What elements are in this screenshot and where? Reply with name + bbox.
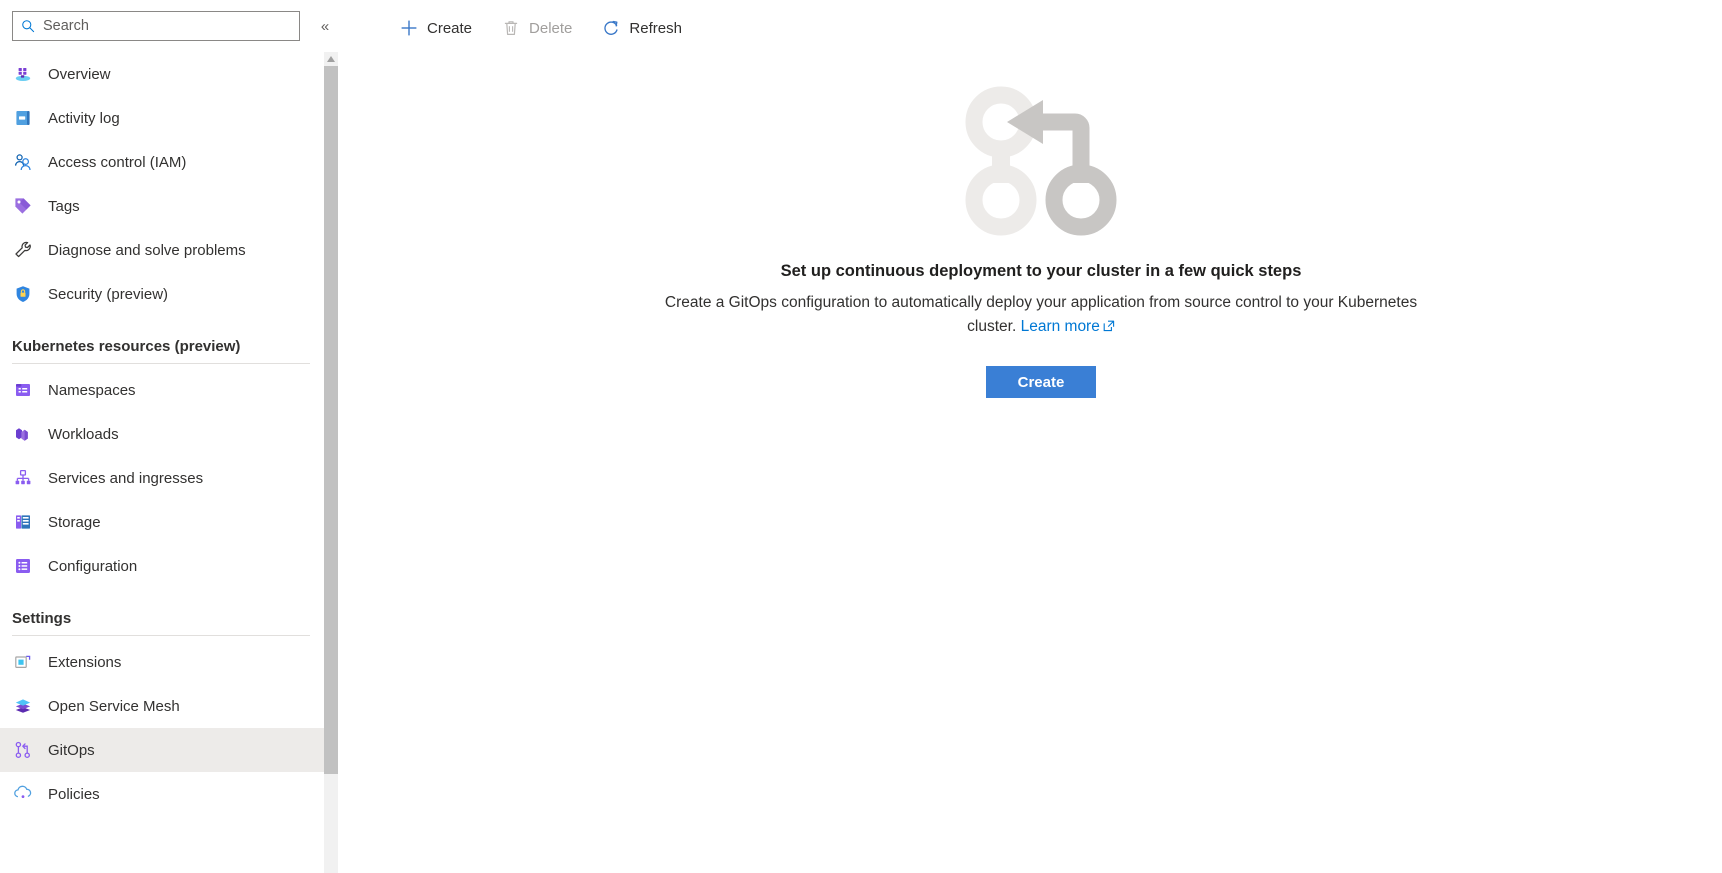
sidebar-item-label: Configuration [48,557,138,575]
delete-button-label: Delete [529,19,573,37]
sidebar-search-row: Search « [0,0,360,52]
trash-icon [502,19,520,37]
sidebar-item-namespaces[interactable]: Namespaces [0,368,326,412]
sidebar-item-label: Policies [48,785,100,803]
sidebar-item-access-control[interactable]: Access control (IAM) [0,140,326,184]
sidebar-item-policies[interactable]: Policies [0,772,326,816]
sidebar-item-workloads[interactable]: Workloads [0,412,326,456]
git-branch-merge-illustration [957,86,1125,238]
security-icon [12,283,34,305]
scrollbar-thumb[interactable] [324,66,338,774]
refresh-button[interactable]: Refresh [590,10,694,46]
services-ingresses-icon [12,467,34,489]
sidebar-group-divider [12,363,310,364]
search-icon [21,19,35,33]
empty-state-description: Create a GitOps configuration to automat… [641,291,1441,340]
open-service-mesh-icon [12,695,34,717]
collapse-menu-button[interactable]: « [314,15,336,37]
search-placeholder-text: Search [43,17,89,34]
sidebar-item-label: Open Service Mesh [48,697,180,715]
sidebar-item-label: Access control (IAM) [48,153,187,171]
sidebar-item-label: Activity log [48,109,120,127]
command-toolbar: Create Delete Refresh [360,0,1722,56]
external-link-icon [1103,316,1115,340]
sidebar-item-tags[interactable]: Tags [0,184,326,228]
namespaces-icon [12,379,34,401]
sidebar-item-services-and-ingresses[interactable]: Services and ingresses [0,456,326,500]
refresh-button-label: Refresh [629,19,682,37]
empty-state-title: Set up continuous deployment to your clu… [780,262,1302,280]
sidebar-scrollbar[interactable] [324,52,338,873]
scroll-up-arrow-icon[interactable] [324,52,338,66]
extensions-icon [12,651,34,673]
sidebar-item-storage[interactable]: Storage [0,500,326,544]
empty-state: Set up continuous deployment to your clu… [360,86,1722,398]
diagnose-icon [12,239,34,261]
sidebar-item-label: Storage [48,513,101,531]
resource-menu-sidebar: Search « Overview Activity log Access co… [0,0,360,873]
azure-portal-gitops-blade: Search « Overview Activity log Access co… [0,0,1722,873]
sidebar-group-divider [12,635,310,636]
configuration-icon [12,555,34,577]
sidebar-item-label: Namespaces [48,381,136,399]
sidebar-item-label: Overview [48,65,111,83]
learn-more-label: Learn more [1020,318,1100,335]
sidebar-item-label: Diagnose and solve problems [48,241,246,259]
sidebar-item-label: Security (preview) [48,285,169,303]
sidebar-scroll-region: Overview Activity log Access control (IA… [0,52,326,873]
learn-more-link[interactable]: Learn more [1021,318,1115,335]
main-content-area: Create Delete Refresh Set up continuous … [360,0,1722,873]
policies-icon [12,783,34,805]
sidebar-item-label: Services and ingresses [48,469,204,487]
access-control-icon [12,151,34,173]
tags-icon [12,195,34,217]
storage-icon [12,511,34,533]
sidebar-item-diagnose-and-solve-problems[interactable]: Diagnose and solve problems [0,228,326,272]
sidebar-item-extensions[interactable]: Extensions [0,640,326,684]
sidebar-item-open-service-mesh[interactable]: Open Service Mesh [0,684,326,728]
sidebar-item-label: GitOps [48,741,95,759]
sidebar-nav-list: Overview Activity log Access control (IA… [0,52,326,816]
sidebar-item-label: Tags [48,197,80,215]
sidebar-group-kubernetes-resources: Kubernetes resources (preview) [0,316,326,368]
activity-log-icon [12,107,34,129]
chevron-double-left-icon: « [320,17,330,35]
delete-button[interactable]: Delete [490,10,584,46]
sidebar-item-activity-log[interactable]: Activity log [0,96,326,140]
workloads-icon [12,423,34,445]
search-input[interactable]: Search [12,11,300,41]
sidebar-item-overview[interactable]: Overview [0,52,326,96]
gitops-icon [12,739,34,761]
sidebar-item-configuration[interactable]: Configuration [0,544,326,588]
overview-icon [12,63,34,85]
sidebar-item-label: Extensions [48,653,122,671]
sidebar-item-label: Workloads [48,425,119,443]
refresh-icon [602,19,620,37]
sidebar-item-gitops[interactable]: GitOps [0,728,326,772]
sidebar-group-settings: Settings [0,588,326,640]
sidebar-item-security[interactable]: Security (preview) [0,272,326,316]
sidebar-group-title: Kubernetes resources (preview) [12,338,241,355]
plus-icon [400,19,418,37]
sidebar-group-title: Settings [12,610,72,627]
create-cta-button[interactable]: Create [986,366,1096,398]
create-button[interactable]: Create [388,10,484,46]
create-button-label: Create [427,19,473,37]
